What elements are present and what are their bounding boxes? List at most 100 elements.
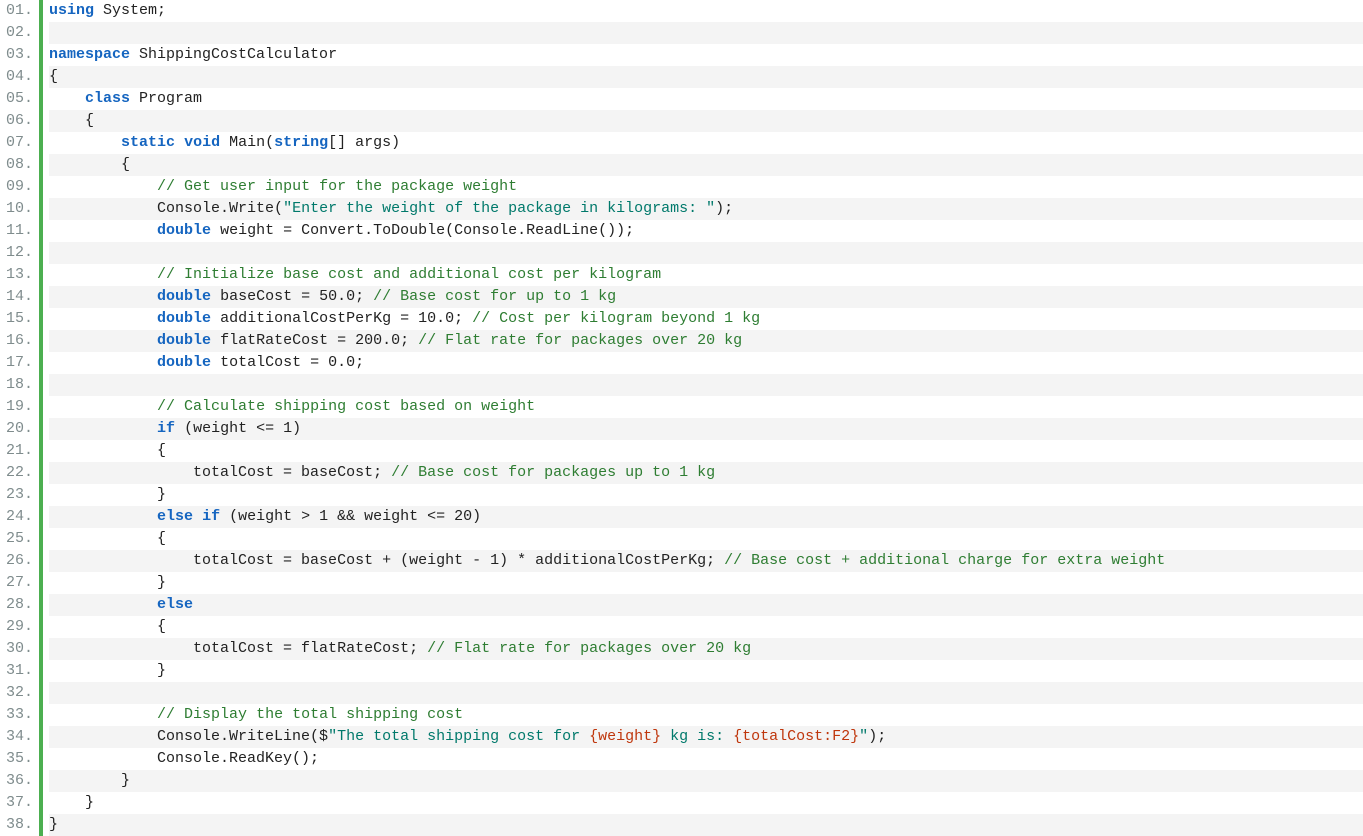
code-line[interactable]: double weight = Convert.ToDouble(Console… [49,220,1363,242]
token-txt: System; [94,2,166,19]
token-txt: } [49,794,94,811]
code-line[interactable]: // Calculate shipping cost based on weig… [49,396,1363,418]
token-kw: using [49,2,94,19]
code-line[interactable] [49,22,1363,44]
line-number: 13. [0,264,33,286]
code-area[interactable]: using System; namespace ShippingCostCalcu… [49,0,1363,836]
token-txt [49,332,157,349]
code-line[interactable]: namespace ShippingCostCalculator [49,44,1363,66]
code-line[interactable]: if (weight <= 1) [49,418,1363,440]
token-txt: Console.ReadKey(); [49,750,319,767]
line-number: 07. [0,132,33,154]
code-line[interactable]: totalCost = baseCost; // Base cost for p… [49,462,1363,484]
code-line[interactable]: } [49,660,1363,682]
line-number: 28. [0,594,33,616]
token-txt: Program [130,90,202,107]
line-number: 11. [0,220,33,242]
token-txt [49,398,157,415]
token-kw: double [157,288,211,305]
token-txt: totalCost = baseCost; [49,464,391,481]
line-number: 24. [0,506,33,528]
code-line[interactable]: // Get user input for the package weight [49,176,1363,198]
token-txt [49,90,85,107]
line-number: 03. [0,44,33,66]
code-line[interactable]: double baseCost = 50.0; // Base cost for… [49,286,1363,308]
token-txt [193,508,202,525]
code-line[interactable]: static void Main(string[] args) [49,132,1363,154]
token-txt: { [49,112,94,129]
code-line[interactable]: else if (weight > 1 && weight <= 20) [49,506,1363,528]
token-kw: double [157,332,211,349]
token-txt: flatRateCost = 200.0; [211,332,418,349]
token-txt: Console.WriteLine($ [49,728,328,745]
code-line[interactable]: class Program [49,88,1363,110]
token-cmt: // Calculate shipping cost based on weig… [157,398,535,415]
code-line[interactable]: { [49,528,1363,550]
line-number: 20. [0,418,33,440]
line-number: 06. [0,110,33,132]
line-number: 34. [0,726,33,748]
line-number: 17. [0,352,33,374]
code-line[interactable]: double totalCost = 0.0; [49,352,1363,374]
token-txt: totalCost = flatRateCost; [49,640,427,657]
code-line[interactable]: using System; [49,0,1363,22]
token-txt: { [49,442,166,459]
code-line[interactable]: { [49,440,1363,462]
token-txt: ); [715,200,733,217]
code-line[interactable]: Console.ReadKey(); [49,748,1363,770]
token-txt [49,178,157,195]
code-line[interactable]: } [49,770,1363,792]
token-kw: double [157,354,211,371]
code-line[interactable]: // Initialize base cost and additional c… [49,264,1363,286]
line-number: 12. [0,242,33,264]
token-kw: class [85,90,130,107]
code-line[interactable]: totalCost = flatRateCost; // Flat rate f… [49,638,1363,660]
code-line[interactable]: { [49,110,1363,132]
code-line[interactable]: } [49,792,1363,814]
code-line[interactable]: { [49,616,1363,638]
code-line[interactable]: double additionalCostPerKg = 10.0; // Co… [49,308,1363,330]
token-txt: } [49,816,58,833]
token-kw: static [121,134,175,151]
line-number: 33. [0,704,33,726]
token-txt [175,134,184,151]
line-number: 15. [0,308,33,330]
line-number: 26. [0,550,33,572]
code-line[interactable] [49,682,1363,704]
token-kw: else [157,508,193,525]
token-txt [49,288,157,305]
token-kw: string [274,134,328,151]
line-number: 30. [0,638,33,660]
line-number: 05. [0,88,33,110]
code-line[interactable]: } [49,814,1363,836]
line-number: 19. [0,396,33,418]
code-line[interactable]: Console.WriteLine($"The total shipping c… [49,726,1363,748]
token-txt: totalCost = baseCost + (weight - 1) * ad… [49,552,724,569]
token-txt: } [49,486,166,503]
code-line[interactable] [49,374,1363,396]
token-txt [49,266,157,283]
line-number: 09. [0,176,33,198]
token-txt: [] args) [328,134,400,151]
token-txt: (weight <= 1) [175,420,301,437]
token-txt [49,706,157,723]
line-number: 22. [0,462,33,484]
code-line[interactable] [49,242,1363,264]
code-line[interactable]: else [49,594,1363,616]
token-cmt: // Flat rate for packages over 20 kg [427,640,751,657]
code-line[interactable]: } [49,484,1363,506]
token-kw: if [202,508,220,525]
code-line[interactable]: { [49,66,1363,88]
token-intp: {totalCost:F2} [733,728,859,745]
code-line[interactable]: Console.Write("Enter the weight of the p… [49,198,1363,220]
token-str: "The total shipping cost for [328,728,589,745]
code-line[interactable]: } [49,572,1363,594]
code-line[interactable]: double flatRateCost = 200.0; // Flat rat… [49,330,1363,352]
token-txt [49,310,157,327]
token-txt: Main( [220,134,274,151]
code-line[interactable]: // Display the total shipping cost [49,704,1363,726]
code-line[interactable]: totalCost = baseCost + (weight - 1) * ad… [49,550,1363,572]
token-txt: { [49,618,166,635]
line-number: 10. [0,198,33,220]
code-line[interactable]: { [49,154,1363,176]
